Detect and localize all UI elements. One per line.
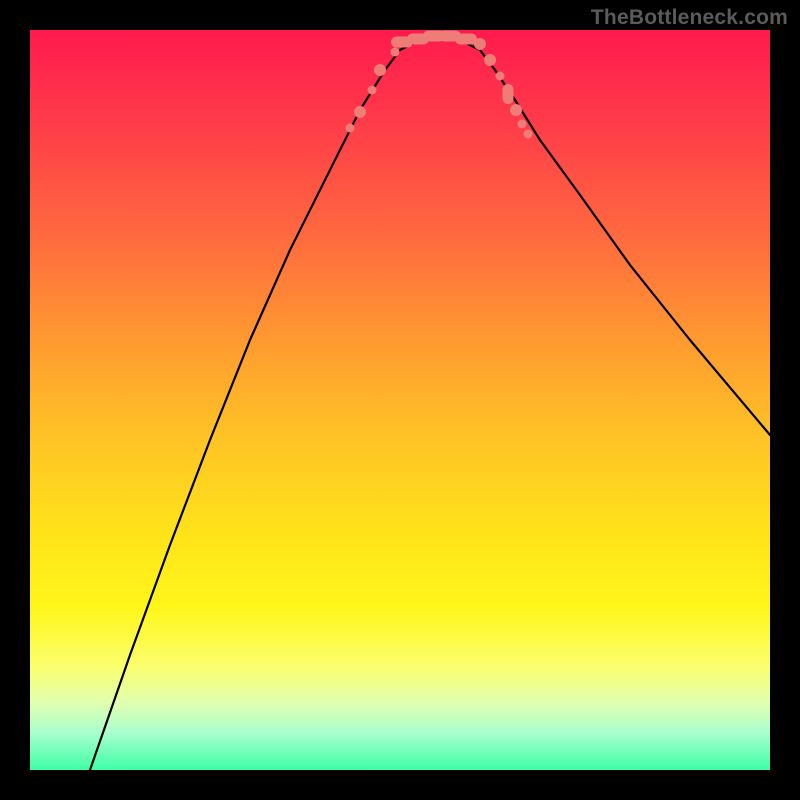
chart-frame: TheBottleneck.com — [0, 0, 800, 800]
curve-marker — [374, 64, 386, 76]
curve-marker — [496, 72, 505, 81]
curve-marker — [346, 124, 355, 133]
curve-marker — [524, 130, 533, 139]
watermark-text: TheBottleneck.com — [591, 6, 788, 30]
plot-area — [30, 30, 770, 770]
curve-svg — [30, 30, 770, 770]
curve-marker — [518, 120, 527, 129]
bottleneck-curve — [90, 38, 770, 770]
curve-marker — [484, 54, 496, 66]
curve-marker — [474, 38, 486, 50]
curve-marker — [354, 106, 366, 118]
curve-marker — [503, 84, 514, 104]
curve-marker — [391, 48, 400, 57]
curve-marker — [368, 86, 377, 95]
curve-marker — [510, 104, 522, 116]
